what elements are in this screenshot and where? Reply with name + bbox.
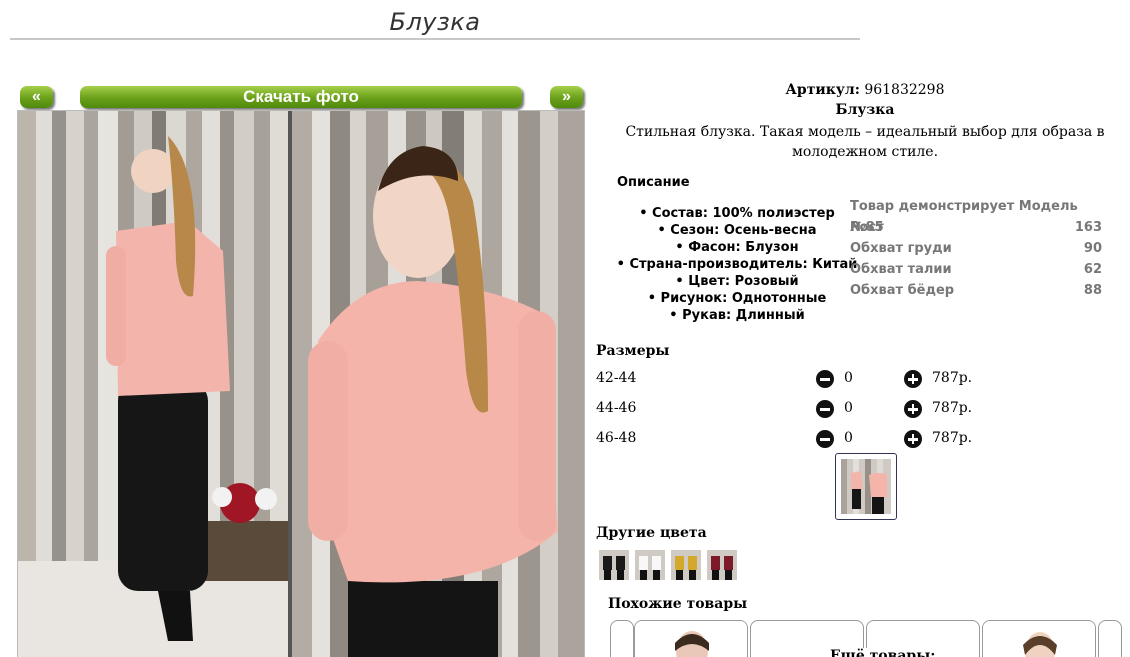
quantity-value: 0 (844, 400, 853, 416)
size-row: 46-48 0 787р. (596, 428, 996, 450)
color-variant-white[interactable] (635, 550, 665, 580)
plus-icon[interactable] (904, 400, 922, 418)
model-row-label: Обхват бёдер (850, 283, 955, 298)
article-line: Артикул: 961832298 (600, 82, 1130, 98)
feature-item: Страна-производитель: Китай (612, 256, 862, 273)
minus-icon[interactable] (816, 400, 834, 418)
color-variant-black[interactable] (599, 550, 629, 580)
model-row-value: 163 (1074, 220, 1102, 235)
similar-products-heading: Похожие товары (608, 596, 748, 612)
feature-item: Состав: 100% полиэстер (612, 205, 862, 222)
model-row-value: 90 (1083, 241, 1102, 256)
feature-item: Сезон: Осень-весна (612, 222, 862, 239)
article-label: Артикул: (785, 82, 860, 98)
size-label: 44-46 (596, 400, 637, 416)
plus-icon[interactable] (904, 430, 922, 448)
model-row: Обхват бёдер 88 (850, 280, 1102, 301)
feature-item: Цвет: Розовый (612, 273, 862, 290)
feature-item: Рукав: Длинный (612, 307, 862, 324)
size-price: 787р. (932, 430, 973, 446)
similar-product-card[interactable] (634, 620, 748, 657)
model-measurements: Товар демонстрирует Модель №85 Рост 163 … (850, 196, 1102, 301)
size-label: 46-48 (596, 430, 637, 446)
article-value: 961832298 (864, 82, 945, 98)
model-row-value: 88 (1083, 283, 1102, 298)
description-heading: Описание (617, 175, 690, 190)
model-row: Рост 163 (850, 217, 1102, 238)
feature-item: Фасон: Блузон (612, 239, 862, 256)
model-row: Обхват груди 90 (850, 238, 1102, 259)
similar-product-card[interactable] (982, 620, 1096, 657)
feature-item: Рисунок: Однотонные (612, 290, 862, 307)
color-variant-mustard[interactable] (671, 550, 701, 580)
product-name: Блузка (835, 102, 895, 118)
model-row-label: Обхват груди (850, 241, 952, 256)
quantity-value: 0 (844, 430, 853, 446)
quantity-value: 0 (844, 370, 853, 386)
model-row-label: Рост (850, 220, 884, 235)
size-row: 42-44 0 787р. (596, 368, 996, 390)
model-title: Товар демонстрирует Модель №85 (850, 199, 1078, 235)
minus-icon[interactable] (816, 370, 834, 388)
model-row-label: Обхват талии (850, 262, 952, 277)
plus-icon[interactable] (904, 370, 922, 388)
similar-next-button[interactable] (1098, 620, 1122, 657)
model-row-value: 62 (1083, 262, 1102, 277)
size-label: 42-44 (596, 370, 637, 386)
page-title: Блузка (389, 8, 481, 36)
sizes-heading: Размеры (596, 343, 670, 359)
product-photo (17, 110, 585, 657)
download-photo-button[interactable]: Скачать фото (80, 86, 522, 108)
next-photo-button[interactable]: » (550, 86, 583, 108)
product-description: Стильная блузка. Такая модель – идеальны… (625, 124, 1105, 160)
model-row: Обхват талии 62 (850, 259, 1102, 280)
prev-photo-button[interactable]: « (20, 86, 53, 108)
title-divider (10, 38, 860, 40)
color-variant-burgundy[interactable] (707, 550, 737, 580)
other-colors-heading: Другие цвета (596, 525, 707, 541)
size-row: 44-46 0 787р. (596, 398, 996, 420)
features-list: Состав: 100% полиэстер Сезон: Осень-весн… (612, 205, 862, 324)
size-price: 787р. (932, 370, 973, 386)
minus-icon[interactable] (816, 430, 834, 448)
size-price: 787р. (932, 400, 973, 416)
selected-photo-thumbnail[interactable] (835, 453, 897, 520)
similar-prev-button[interactable] (610, 620, 634, 657)
more-products-heading: Ещё товары: (828, 648, 938, 657)
